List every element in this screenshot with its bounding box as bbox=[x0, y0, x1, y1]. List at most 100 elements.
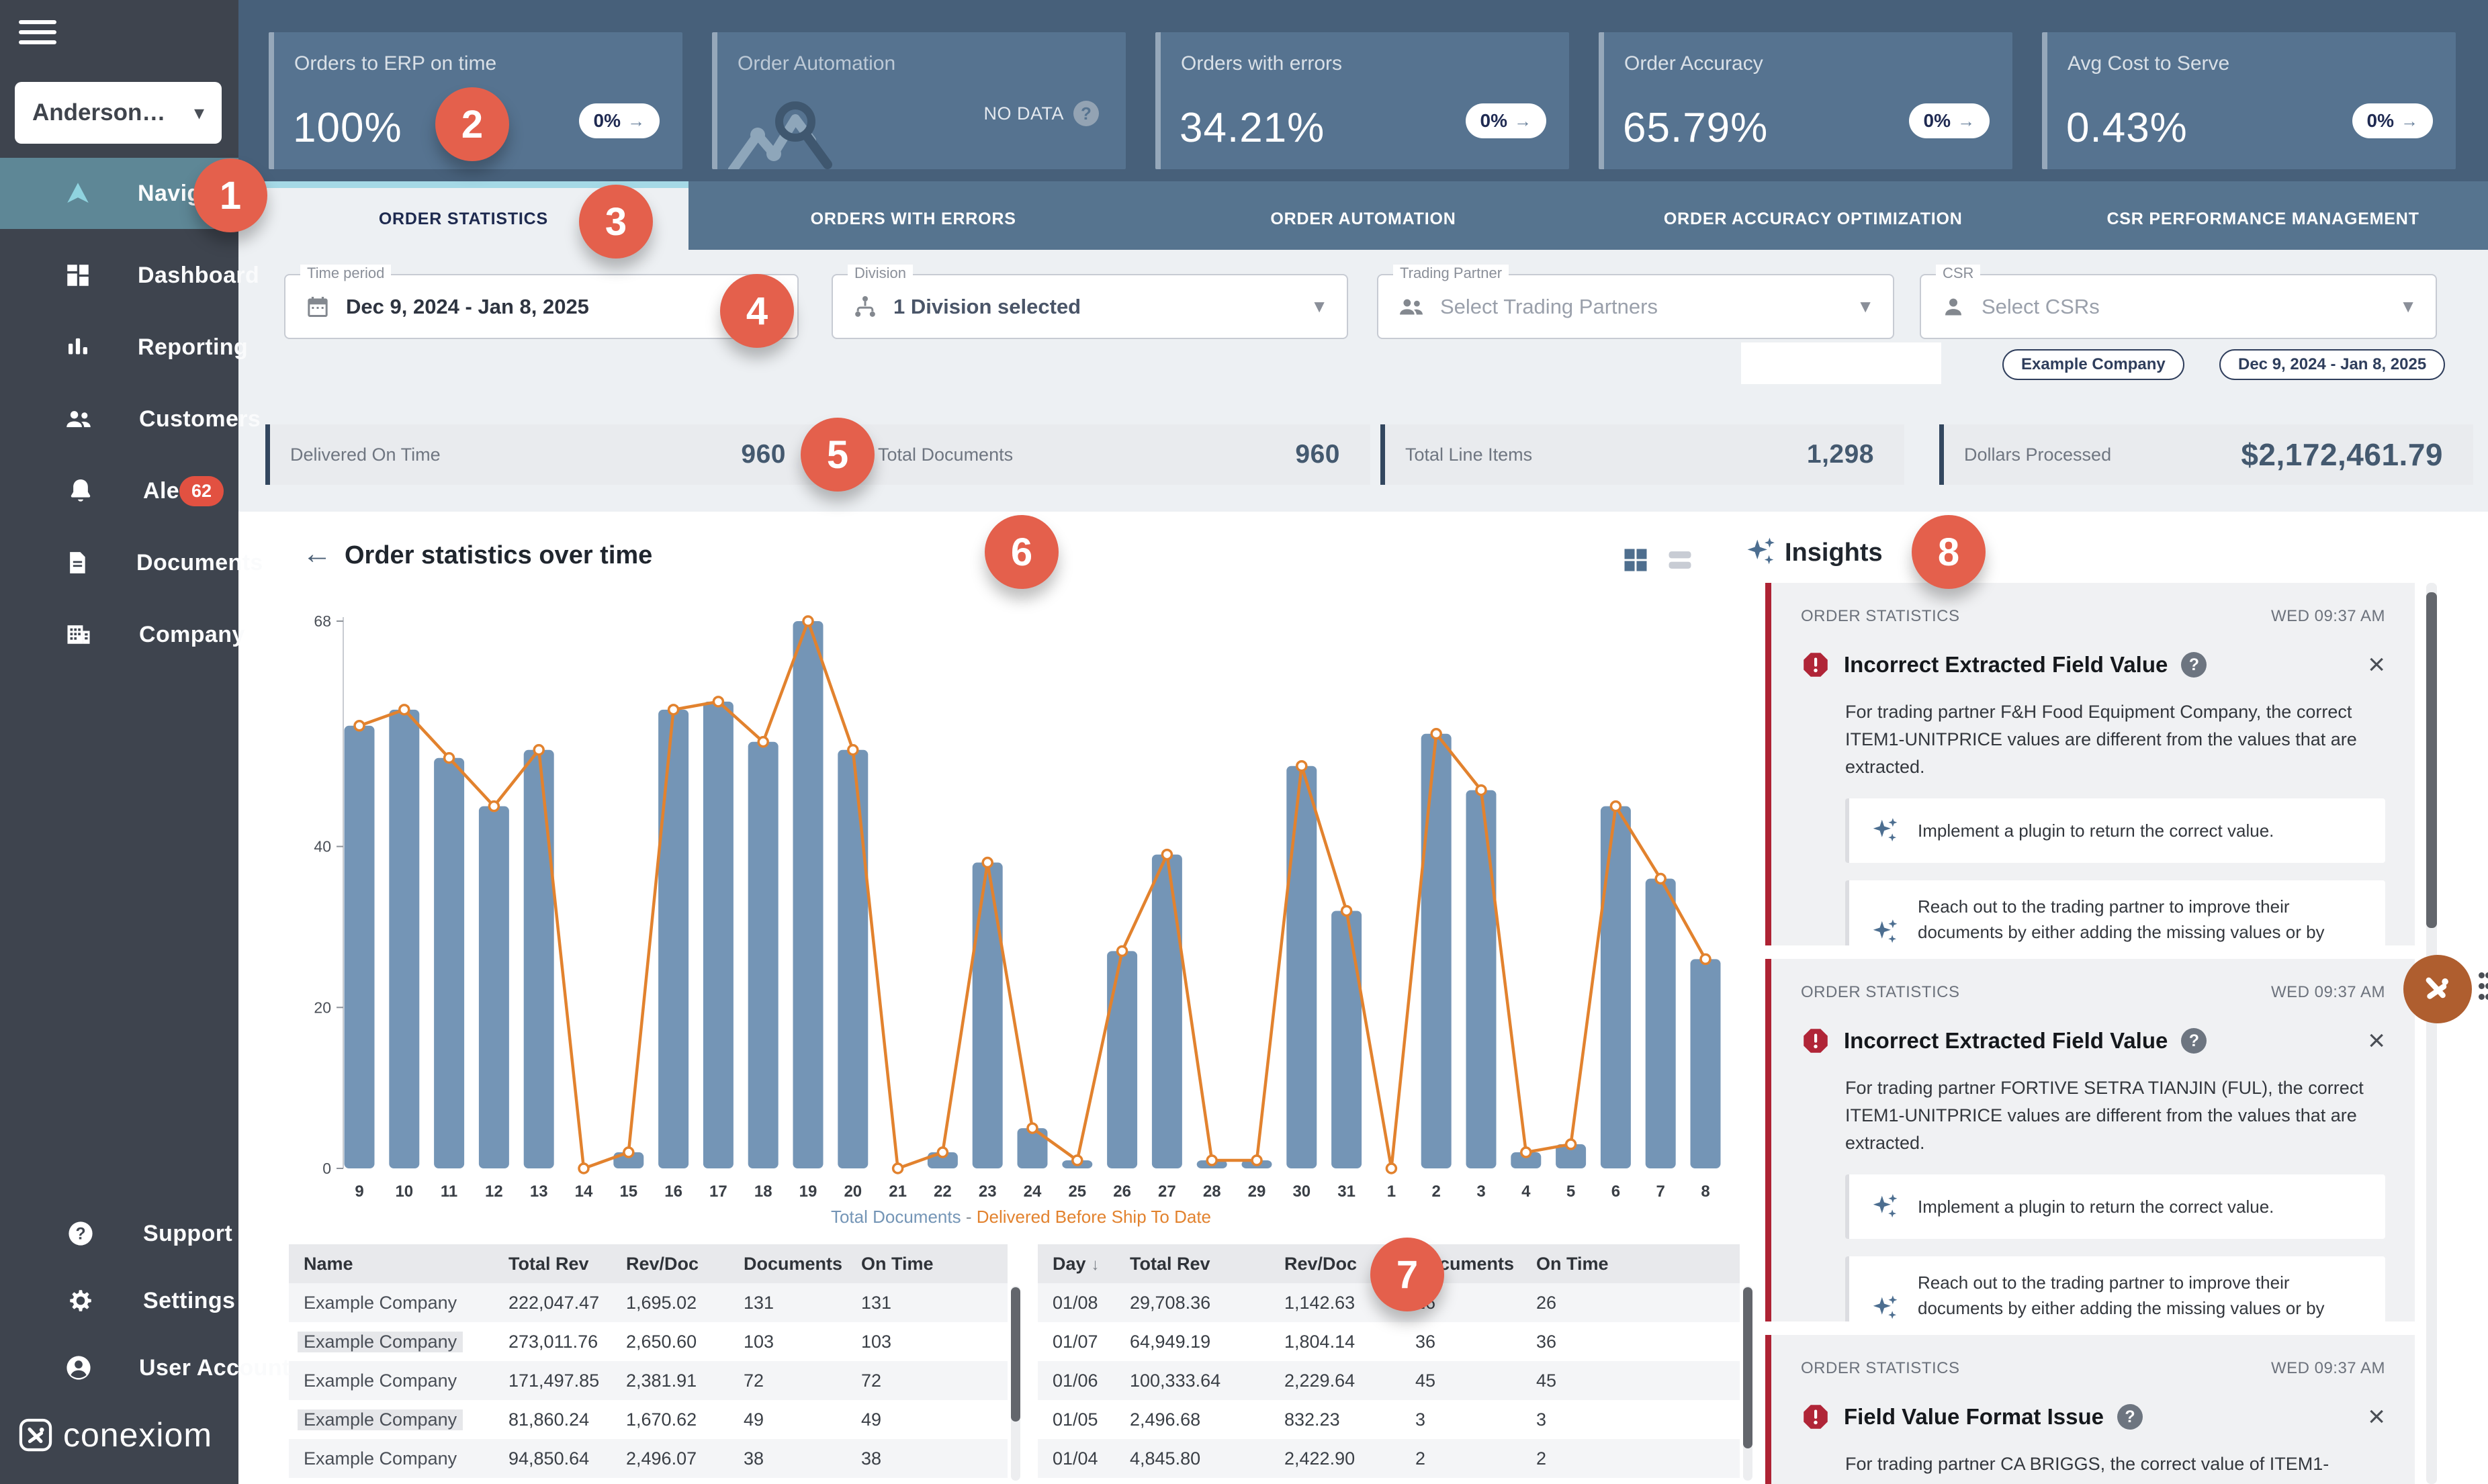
stat-total-line-items: Total Line Items 1,298 bbox=[1380, 424, 1904, 485]
bar-day-17 bbox=[703, 702, 734, 1168]
table-row[interactable]: Example Company273,011.762,650.60103103 bbox=[289, 1322, 1008, 1361]
bar-day-12 bbox=[479, 806, 509, 1168]
kpi-value: 0.43% bbox=[2066, 104, 2188, 152]
account-selector-label: Anderson… bbox=[32, 99, 165, 126]
column-total-rev[interactable]: Total Rev bbox=[1115, 1254, 1270, 1274]
point-day-7 bbox=[1656, 874, 1665, 884]
table-row[interactable]: Example Company222,047.471,695.02131131 bbox=[289, 1283, 1008, 1322]
column-name[interactable]: Name bbox=[289, 1254, 494, 1274]
point-day-25 bbox=[1073, 1156, 1082, 1165]
sidebar-item-alerts[interactable]: Alerts 62 bbox=[0, 455, 238, 526]
tab-csr-performance-management[interactable]: CSR PERFORMANCE MANAGEMENT bbox=[2038, 181, 2488, 250]
kpi-trend-pill[interactable]: 0% → bbox=[579, 103, 660, 138]
insight-card-2: ORDER STATISTICS WED 09:37 AM Field Valu… bbox=[1765, 1335, 2415, 1484]
column-day[interactable]: Day↓ bbox=[1038, 1254, 1115, 1274]
filter-chip-0[interactable]: Example Company bbox=[2002, 349, 2184, 380]
sparkle-icon bbox=[1869, 917, 1900, 945]
back-arrow-icon[interactable]: ← bbox=[302, 537, 332, 571]
svg-text:29: 29 bbox=[1248, 1182, 1266, 1201]
no-data-graph-icon bbox=[728, 95, 896, 169]
close-icon[interactable]: × bbox=[2368, 1402, 2385, 1432]
question-icon[interactable]: ? bbox=[2181, 652, 2207, 678]
tab-order-automation[interactable]: ORDER AUTOMATION bbox=[1139, 181, 1589, 250]
point-day-10 bbox=[400, 705, 409, 714]
filter-chip-1[interactable]: Dec 9, 2024 - Jan 8, 2025 bbox=[2219, 349, 2445, 380]
svg-text:15: 15 bbox=[619, 1182, 637, 1201]
drag-dots-icon[interactable] bbox=[2479, 972, 2488, 1005]
insight-suggestion: Reach out to the trading partner to impr… bbox=[1845, 1256, 2385, 1321]
table-row[interactable]: 01/044,845.802,422.9022 bbox=[1038, 1439, 1740, 1478]
question-icon[interactable]: ? bbox=[2181, 1028, 2207, 1054]
insight-suggestion: Implement a plugin to return the correct… bbox=[1845, 798, 2385, 863]
question-icon[interactable]: ? bbox=[2117, 1404, 2143, 1430]
sidebar-item-customers[interactable]: Customers bbox=[0, 383, 238, 455]
point-day-14 bbox=[579, 1164, 588, 1173]
column-total-rev[interactable]: Total Rev bbox=[494, 1254, 611, 1274]
tab-order-accuracy-optimization[interactable]: ORDER ACCURACY OPTIMIZATION bbox=[1588, 181, 2038, 250]
kpi-trend-pill[interactable]: 0% → bbox=[2352, 103, 2433, 138]
bar-day-23 bbox=[973, 863, 1003, 1168]
column-documents[interactable]: Documents bbox=[729, 1254, 846, 1274]
sidebar-item-reporting[interactable]: Reporting bbox=[0, 312, 238, 383]
svg-text:6: 6 bbox=[1611, 1182, 1620, 1201]
logo-wordmark: conexiom bbox=[63, 1416, 212, 1454]
table-row-cutoff bbox=[1038, 1478, 1740, 1484]
sidebar-item-dashboard[interactable]: Dashboard bbox=[0, 240, 238, 311]
daily-table-scrollbar[interactable] bbox=[1743, 1286, 1752, 1481]
column-on-time[interactable]: On Time bbox=[1521, 1254, 1740, 1274]
grid-view-icon[interactable] bbox=[1621, 545, 1650, 578]
filter-trading-partner[interactable]: Trading Partner Select Trading Partners … bbox=[1377, 274, 1894, 339]
svg-text:4: 4 bbox=[1521, 1182, 1531, 1201]
list-view-icon[interactable] bbox=[1665, 545, 1695, 578]
insights-scrollbar[interactable] bbox=[2426, 583, 2437, 1484]
point-day-27 bbox=[1162, 850, 1171, 860]
partners-table-scrollbar[interactable] bbox=[1011, 1286, 1020, 1481]
sidebar-item-settings[interactable]: Settings bbox=[0, 1265, 238, 1336]
sidebar-item-user-account[interactable]: User Account bbox=[0, 1332, 238, 1403]
kpi-trend-pill[interactable]: 0% → bbox=[1466, 103, 1546, 138]
csr-icon bbox=[1940, 293, 1967, 320]
bar-day-27 bbox=[1152, 855, 1182, 1168]
alerts-icon bbox=[64, 477, 97, 505]
column-rev-doc[interactable]: Rev/Doc bbox=[611, 1254, 729, 1274]
kpi-trend-pill[interactable]: 0% → bbox=[1909, 103, 1990, 138]
svg-text:0: 0 bbox=[322, 1160, 331, 1177]
table-row[interactable]: Example Company81,860.241,670.624949 bbox=[289, 1400, 1008, 1439]
user-icon bbox=[64, 1353, 93, 1383]
sidebar-item-company[interactable]: Company bbox=[0, 599, 238, 670]
insights-panel-title: Insights bbox=[1785, 539, 1883, 567]
table-row[interactable]: Example Company94,850.642,496.073838 bbox=[289, 1439, 1008, 1478]
filter-csr[interactable]: CSR Select CSRs ▼ bbox=[1920, 274, 2437, 339]
conexiom-floating-button[interactable] bbox=[2403, 955, 2472, 1023]
point-day-24 bbox=[1028, 1123, 1037, 1133]
customers-icon bbox=[64, 404, 93, 434]
svg-text:14: 14 bbox=[575, 1182, 593, 1201]
stat-dollars-processed: Dollars Processed $2,172,461.79 bbox=[1939, 424, 2473, 485]
sidebar-item-support[interactable]: ?Support bbox=[0, 1198, 238, 1269]
svg-text:23: 23 bbox=[979, 1182, 997, 1201]
point-day-2 bbox=[1431, 729, 1441, 739]
table-row[interactable]: 01/06100,333.642,229.644545 bbox=[1038, 1361, 1740, 1400]
column-on-time[interactable]: On Time bbox=[846, 1254, 1008, 1274]
table-row[interactable]: Example Company171,497.852,381.917272 bbox=[289, 1361, 1008, 1400]
table-row[interactable]: 01/0764,949.191,804.143636 bbox=[1038, 1322, 1740, 1361]
question-icon[interactable]: ? bbox=[1073, 101, 1099, 126]
hamburger-menu-icon[interactable] bbox=[19, 20, 56, 50]
sidebar-item-documents[interactable]: Documents bbox=[0, 527, 238, 598]
alerts-count-badge: 62 bbox=[179, 476, 224, 506]
conexiom-dashboard: Anderson… ▾ Navigator Dashboard Reportin… bbox=[0, 0, 2488, 1484]
close-icon[interactable]: × bbox=[2368, 650, 2385, 680]
redacted-chip bbox=[1741, 342, 1941, 384]
table-row[interactable]: 01/052,496.68832.2333 bbox=[1038, 1400, 1740, 1439]
chart-canvas: 0204068910111213141516171819202122232425… bbox=[306, 600, 1736, 1204]
sidebar: Anderson… ▾ Navigator Dashboard Reportin… bbox=[0, 0, 238, 1484]
alert-octagon-icon bbox=[1801, 650, 1830, 680]
account-selector[interactable]: Anderson… ▾ bbox=[15, 82, 222, 144]
insight-title: Incorrect Extracted Field Value bbox=[1844, 1028, 2168, 1054]
filter-division[interactable]: Division 1 Division selected ▼ bbox=[832, 274, 1348, 339]
svg-text:?: ? bbox=[75, 1225, 85, 1243]
insight-category: ORDER STATISTICS bbox=[1801, 983, 1959, 1002]
close-icon[interactable]: × bbox=[2368, 1026, 2385, 1056]
sort-descending-icon[interactable]: ↓ bbox=[1092, 1256, 1100, 1274]
tab-orders-with-errors[interactable]: ORDERS WITH ERRORS bbox=[688, 181, 1139, 250]
